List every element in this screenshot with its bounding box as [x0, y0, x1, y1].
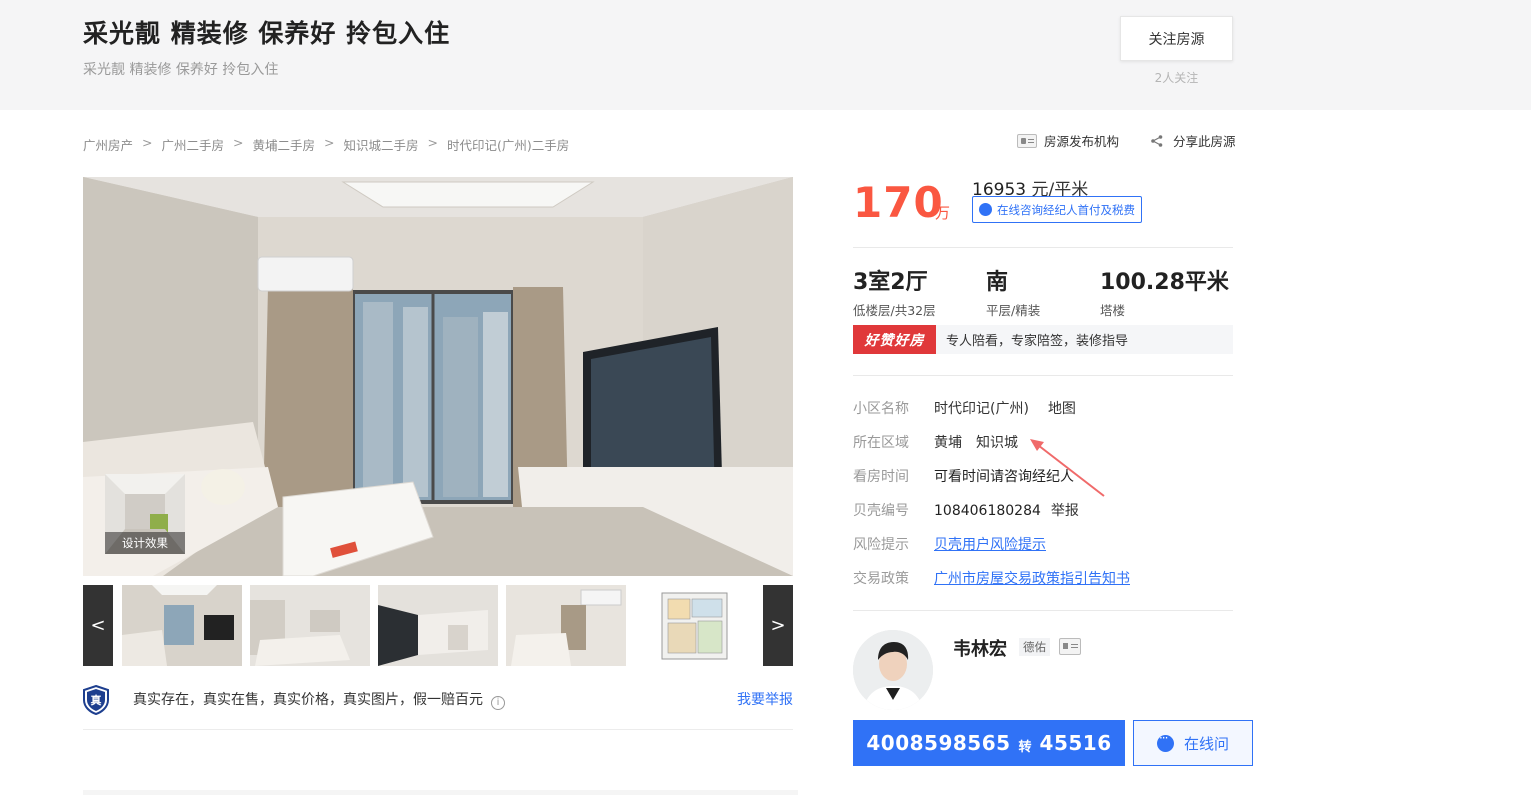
chat-icon: [979, 198, 992, 216]
total-price: 170: [853, 178, 944, 227]
agent-phone: 4008598565: [866, 731, 1011, 755]
shield-verified-icon: 真: [83, 685, 109, 715]
gallery-next-button[interactable]: >: [763, 585, 793, 666]
main-photo[interactable]: 设计效果: [83, 177, 793, 576]
community-row: 小区名称 时代印记(广州) 地图: [853, 398, 1076, 418]
breadcrumb-separator: >: [427, 135, 438, 150]
policy-row: 交易政策 广州市房屋交易政策指引告知书: [853, 568, 1130, 588]
agent-photo: [853, 630, 933, 710]
gallery-thumbnail[interactable]: [634, 585, 754, 666]
floor-info: 低楼层/共32层: [853, 303, 936, 318]
orientation-info: 南 平层/精装: [986, 264, 1040, 319]
section-edge: [83, 790, 798, 795]
share-label: 分享此房源: [1173, 134, 1236, 149]
divider: [853, 610, 1233, 611]
info-icon[interactable]: i: [491, 696, 505, 710]
building-type: 塔楼: [1100, 303, 1126, 318]
breadcrumb: 广州房产 > 广州二手房 > 黄埔二手房 > 知识城二手房 > 时代印记(广州)…: [83, 135, 569, 154]
thumb-living-room-2-image: [250, 585, 370, 666]
thumb-floorplan-image: [634, 585, 754, 666]
annotation-arrow-icon: [1030, 439, 1105, 497]
risk-row: 风险提示 贝壳用户风险提示: [853, 534, 1046, 554]
living-room-photo: [83, 177, 793, 576]
policy-notice-link[interactable]: 广州市房屋交易政策指引告知书: [934, 568, 1130, 588]
breadcrumb-separator: >: [142, 135, 153, 150]
online-chat-button[interactable]: 在线问: [1133, 720, 1253, 766]
listing-id-label: 贝壳编号: [853, 503, 909, 519]
online-chat-label: 在线问: [1183, 734, 1229, 753]
authenticity-row: 真 真实存在，真实在售，真实价格，真实图片，假一赔百元 i 我要举报: [83, 685, 793, 715]
header-band: 采光靓 精装修 保养好 拎包入住 采光靓 精装修 保养好 拎包入住 关注房源 2…: [0, 0, 1531, 110]
floor-area: 100.28平米: [1100, 270, 1229, 295]
chat-icon: [1156, 731, 1174, 752]
map-link[interactable]: 地图: [1048, 401, 1076, 417]
breadcrumb-separator: >: [233, 135, 244, 150]
divider: [853, 375, 1233, 376]
orientation: 南: [986, 270, 1009, 295]
authenticity-text: 真实存在，真实在售，真实价格，真实图片，假一赔百元 i: [133, 689, 505, 710]
area-label: 所在区域: [853, 435, 909, 451]
community-name-link[interactable]: 时代印记(广州): [934, 401, 1029, 417]
room-info: 3室2厅 低楼层/共32层: [853, 264, 936, 319]
gallery-thumbnail[interactable]: [250, 585, 370, 666]
consult-agent-label: 在线咨询经纪人首付及税费: [997, 202, 1135, 217]
divider: [853, 247, 1233, 248]
call-agent-button[interactable]: 4008598565 转 45516: [853, 720, 1125, 766]
follow-count: 2人关注: [1154, 71, 1199, 85]
gallery-thumbnail[interactable]: [122, 585, 242, 666]
breadcrumb-item[interactable]: 时代印记(广州)二手房: [447, 135, 569, 154]
promo-text: 专人陪看，专家陪签，装修指导: [946, 334, 1129, 349]
area-info: 100.28平米 塔楼: [1100, 264, 1229, 319]
id-card-icon[interactable]: [1059, 638, 1081, 655]
breadcrumb-item[interactable]: 广州二手房: [162, 135, 225, 154]
share-icon: [1151, 134, 1163, 147]
consult-agent-button[interactable]: 在线咨询经纪人首付及税费: [972, 196, 1142, 223]
promo-banner[interactable]: 好赞好房 专人陪看，专家陪签，装修指导: [853, 325, 1233, 354]
id-card-icon: [1017, 133, 1037, 148]
agent-avatar[interactable]: [853, 630, 933, 710]
agent-company-tag: 德佑: [1019, 638, 1050, 656]
extension-separator: 转: [1018, 739, 1032, 755]
community-label: 小区名称: [853, 401, 909, 417]
share-listing-link[interactable]: 分享此房源: [1150, 131, 1236, 150]
risk-label: 风险提示: [853, 537, 909, 553]
gallery-prev-button[interactable]: <: [83, 585, 113, 666]
breadcrumb-item[interactable]: 广州房产: [83, 135, 133, 154]
district-link[interactable]: 黄埔: [934, 435, 962, 451]
thumb-living-room-image: [122, 585, 242, 666]
subdistrict-link[interactable]: 知识城: [976, 435, 1018, 451]
divider: [83, 729, 793, 730]
gallery-thumbnail[interactable]: [378, 585, 498, 666]
page-title: 采光靓 精装修 保养好 拎包入住: [83, 19, 451, 48]
report-listing-link[interactable]: 举报: [1051, 503, 1079, 519]
room-layout: 3室2厅: [853, 270, 928, 295]
design-effect-thumbnail[interactable]: 设计效果: [105, 474, 185, 554]
area-row: 所在区域 黄埔 知识城: [853, 432, 1018, 452]
promo-badge: 好赞好房: [853, 325, 936, 354]
policy-label: 交易政策: [853, 571, 909, 587]
page-subtitle: 采光靓 精装修 保养好 拎包入住: [83, 62, 279, 78]
listing-id-row: 贝壳编号 108406180284 举报: [853, 500, 1079, 520]
publishing-agency-link[interactable]: 房源发布机构: [1017, 131, 1119, 150]
gallery-thumbnail[interactable]: [506, 585, 626, 666]
design-effect-label: 设计效果: [105, 532, 185, 554]
viewing-time-label: 看房时间: [853, 469, 909, 485]
total-price-unit: 万: [935, 204, 951, 222]
thumb-dining-image: [378, 585, 498, 666]
report-link[interactable]: 我要举报: [737, 689, 793, 709]
shield-badge-text: 真: [91, 693, 102, 707]
authenticity-statement: 真实存在，真实在售，真实价格，真实图片，假一赔百元: [133, 692, 483, 708]
agency-label: 房源发布机构: [1044, 134, 1120, 149]
thumb-bedroom-image: [506, 585, 626, 666]
decoration-info: 平层/精装: [986, 303, 1041, 318]
agent-name[interactable]: 韦林宏: [953, 635, 1007, 661]
breadcrumb-separator: >: [324, 135, 335, 150]
risk-notice-link[interactable]: 贝壳用户风险提示: [934, 534, 1046, 554]
breadcrumb-item[interactable]: 黄埔二手房: [253, 135, 316, 154]
listing-id-value: 108406180284: [934, 503, 1041, 519]
breadcrumb-item[interactable]: 知识城二手房: [344, 135, 419, 154]
agent-extension: 45516: [1039, 731, 1112, 755]
follow-listing-button[interactable]: 关注房源: [1120, 16, 1233, 61]
